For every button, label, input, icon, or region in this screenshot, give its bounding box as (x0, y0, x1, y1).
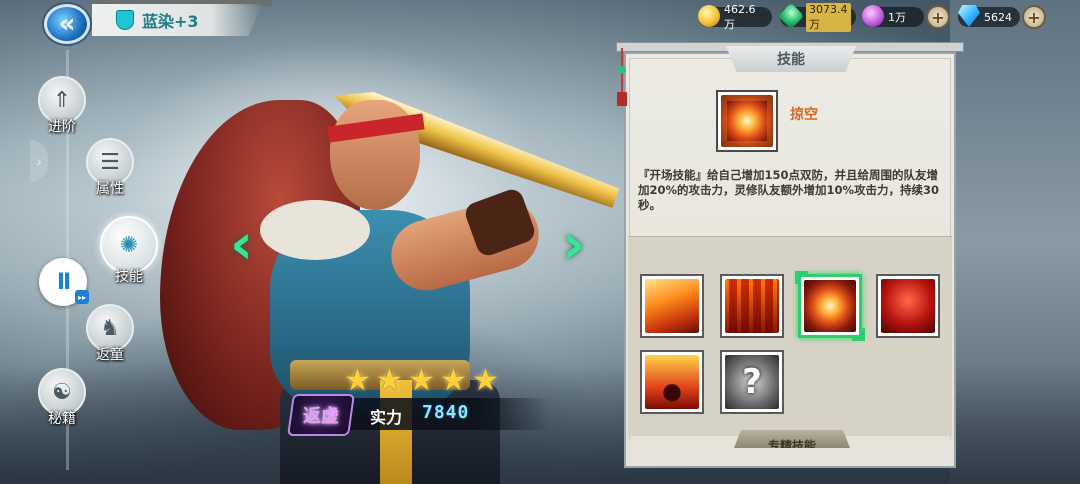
pause-icon: II (56, 269, 71, 295)
back-button[interactable]: « (44, 4, 90, 44)
hero-fur-collar (260, 200, 370, 260)
star-icon: ★ (472, 363, 499, 398)
pause-button[interactable]: II ▸▸ (39, 258, 89, 306)
skill-slot[interactable] (640, 274, 704, 338)
star-icon: ★ (344, 363, 371, 398)
hero-name: 蓝染+3 (142, 12, 199, 31)
menu-label-skills: 技能 (115, 269, 143, 285)
menu-glyph: ☯ (52, 379, 72, 405)
plus-icon: + (1027, 7, 1041, 27)
menu-item-attributes[interactable]: ☰ 属性 (86, 138, 134, 198)
passive-skills-tab[interactable]: 专精技能 (734, 430, 850, 448)
tassel-end (617, 92, 627, 106)
add-diamond-button[interactable]: + (1022, 5, 1046, 29)
flame-spikes-skill-icon (725, 279, 779, 333)
rank-text: 返虚 (303, 406, 339, 427)
swirl-skill-icon (721, 95, 773, 147)
prev-hero-button[interactable]: ‹ (230, 215, 262, 275)
menu-item-rejuvenate[interactable]: ♞ 返童 (86, 304, 134, 364)
fire-slash-skill-icon (645, 279, 699, 333)
crimson-burst-skill-icon (881, 279, 935, 333)
unknown-skill-icon: ? (725, 355, 779, 409)
power-label: 实力 (370, 408, 403, 427)
flame-warrior-skill-icon (645, 355, 699, 409)
rank-badge: 返虚 (287, 394, 355, 436)
menu-item-advance[interactable]: ⇑ 进阶 (38, 76, 86, 136)
chevron-right-icon: › (35, 151, 43, 171)
skill-slot[interactable] (795, 271, 865, 341)
selected-skill-icon (716, 90, 778, 152)
star-icon: ★ (376, 363, 403, 398)
next-hero-button[interactable]: › (562, 215, 594, 275)
purple-orb-icon (862, 5, 884, 27)
skill-slot[interactable] (876, 274, 940, 338)
power-value: 7840 (422, 402, 470, 423)
menu-label-attributes: 属性 (96, 181, 124, 197)
menu-glyph: ✺ (119, 232, 139, 258)
panel-title-tab: 技能 (726, 46, 856, 72)
menu-label-secrets: 秘籍 (48, 411, 76, 427)
menu-glyph: ☰ (100, 149, 120, 175)
hero-title-banner: 蓝染+3 (92, 4, 262, 36)
menu-glyph: ♞ (100, 315, 120, 341)
skill-slot[interactable] (720, 274, 784, 338)
orb-counter: 1万 (862, 5, 924, 27)
star-icon: ★ (408, 363, 435, 398)
panel-title: 技能 (777, 52, 805, 68)
diamond-counter: 5624 (958, 5, 1020, 27)
swirl-skill-icon (804, 280, 856, 332)
skill-slot[interactable] (640, 350, 704, 414)
gold-coin-icon (698, 5, 720, 27)
diamond-icon (958, 5, 980, 27)
selected-skill-description: 『开场技能』给自己增加150点双防，并且给周围的队友增加20%的攻击力，灵修队友… (638, 168, 940, 212)
menu-glyph: ⇑ (52, 87, 72, 113)
orb-value: 1万 (888, 11, 906, 24)
chevron-left-icon: ‹ (230, 212, 254, 277)
jade-value: 3073.4万 (806, 2, 851, 32)
passive-skills-label: 专精技能 (767, 438, 816, 449)
chevron-right-icon: › (562, 212, 586, 277)
skill-slot[interactable]: ? (720, 350, 784, 414)
hero-stars: ★ ★ ★ ★ ★ (344, 366, 504, 396)
tassel-bead (618, 66, 626, 74)
add-orb-button[interactable]: + (926, 5, 950, 29)
star-icon: ★ (440, 363, 467, 398)
shield-icon (116, 10, 134, 30)
panel-tassel-icon (616, 48, 628, 108)
jade-counter: 3073.4万 (777, 2, 856, 32)
diamond-value: 5624 (984, 10, 1012, 24)
menu-item-secrets[interactable]: ☯ 秘籍 (38, 368, 86, 428)
plus-icon: + (931, 7, 945, 27)
menu-label-rejuvenate: 返童 (96, 347, 124, 363)
menu-label-advance: 进阶 (48, 119, 76, 135)
gold-value: 462.6万 (724, 2, 756, 31)
back-arrow-icon: « (58, 9, 76, 39)
gold-counter: 462.6万 (698, 3, 772, 31)
fast-forward-icon: ▸▸ (75, 290, 89, 304)
selected-skill-name: 掠空 (790, 107, 818, 123)
